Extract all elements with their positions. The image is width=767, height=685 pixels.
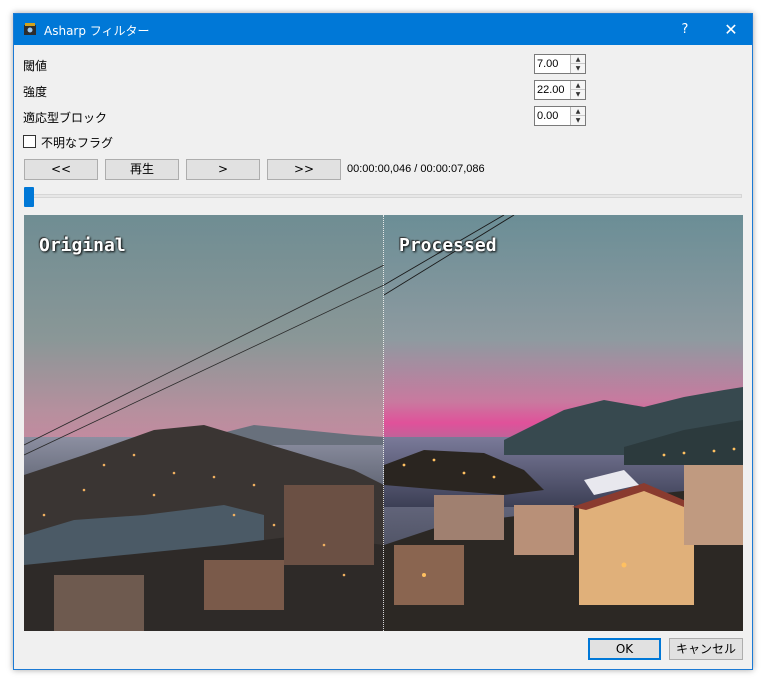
adaptive-block-spin-buttons[interactable]: ▲ ▼: [570, 107, 585, 125]
next-frame-button[interactable]: >: [186, 159, 260, 180]
threshold-label: 閾値: [23, 59, 48, 73]
split-divider: [383, 215, 384, 631]
cancel-button[interactable]: キャンセル: [669, 638, 743, 660]
spin-up-icon[interactable]: ▲: [571, 107, 585, 116]
spin-down-icon[interactable]: ▼: [571, 116, 585, 125]
unknown-flag-checkbox[interactable]: [23, 135, 36, 148]
first-frame-button[interactable]: <<: [24, 159, 98, 180]
window-title: Asharp フィルター: [44, 24, 150, 38]
strength-spinbox[interactable]: ▲ ▼: [534, 80, 586, 100]
unknown-flag-label[interactable]: 不明なフラグ: [41, 134, 113, 151]
spin-down-icon[interactable]: ▼: [571, 90, 585, 99]
strength-spin-buttons[interactable]: ▲ ▼: [570, 81, 585, 99]
asharp-filter-dialog: Asharp フィルター ? ✕ 閾値 ▲ ▼ 強度 ▲ ▼ 適応型ブロック ▲…: [13, 13, 753, 670]
adaptive-block-input[interactable]: [537, 109, 569, 123]
original-pane-label: Original: [39, 235, 126, 256]
strength-input[interactable]: [537, 83, 569, 97]
help-button[interactable]: ?: [662, 14, 708, 45]
time-display: 00:00:00,046 / 00:00:07,086: [347, 163, 485, 175]
seek-slider-track[interactable]: [24, 194, 742, 198]
app-icon: [24, 23, 36, 35]
adaptive-block-spinbox[interactable]: ▲ ▼: [534, 106, 586, 126]
spin-up-icon[interactable]: ▲: [571, 81, 585, 90]
preview-image: Original Processed: [24, 215, 743, 631]
play-button[interactable]: 再生: [105, 159, 179, 180]
strength-label: 強度: [23, 85, 48, 99]
adaptive-block-label: 適応型ブロック: [23, 111, 108, 125]
threshold-input[interactable]: [537, 57, 569, 71]
threshold-spinbox[interactable]: ▲ ▼: [534, 54, 586, 74]
close-button[interactable]: ✕: [708, 14, 754, 45]
processed-pane-label: Processed: [399, 235, 497, 256]
ok-button[interactable]: OK: [588, 638, 661, 660]
title-bar[interactable]: Asharp フィルター ? ✕: [14, 14, 752, 45]
threshold-spin-buttons[interactable]: ▲ ▼: [570, 55, 585, 73]
spin-up-icon[interactable]: ▲: [571, 55, 585, 64]
spin-down-icon[interactable]: ▼: [571, 64, 585, 73]
last-frame-button[interactable]: >>: [267, 159, 341, 180]
seek-slider-thumb[interactable]: [24, 187, 34, 207]
